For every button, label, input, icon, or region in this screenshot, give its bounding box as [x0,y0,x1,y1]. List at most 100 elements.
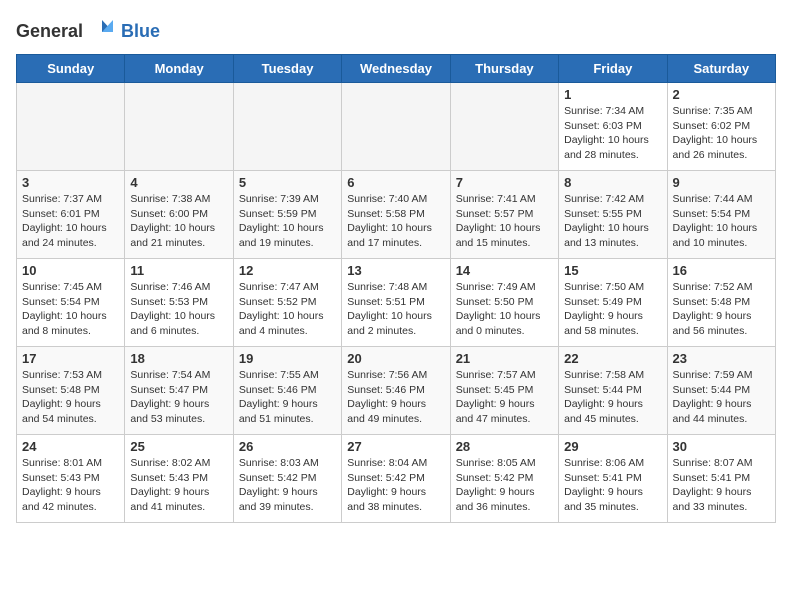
day-info: Sunrise: 7:41 AM Sunset: 5:57 PM Dayligh… [456,192,553,251]
day-info: Sunrise: 7:46 AM Sunset: 5:53 PM Dayligh… [130,280,227,339]
weekday-header-wednesday: Wednesday [342,55,450,83]
weekday-header-row: SundayMondayTuesdayWednesdayThursdayFrid… [17,55,776,83]
logo-text: General [16,21,83,42]
day-number: 20 [347,351,444,366]
calendar-cell [342,83,450,171]
calendar-cell: 12 Sunrise: 7:47 AM Sunset: 5:52 PM Dayli… [233,259,341,347]
week-row-5: 24Sunrise: 8:01 AM Sunset: 5:43 PM Dayli… [17,435,776,523]
day-info: Sunrise: 7:37 AM Sunset: 6:01 PM Dayligh… [22,192,119,251]
day-number: 29 [564,439,661,454]
day-number: 18 [130,351,227,366]
weekday-header-sunday: Sunday [17,55,125,83]
day-info: Sunrise: 7:34 AM Sunset: 6:03 PM Dayligh… [564,104,661,163]
day-number: 30 [673,439,770,454]
weekday-header-monday: Monday [125,55,233,83]
calendar-cell: 22 Sunrise: 7:58 AM Sunset: 5:44 PM Dayli… [559,347,667,435]
day-info: Sunrise: 7:54 AM Sunset: 5:47 PM Dayligh… [130,368,227,427]
day-info: Sunrise: 8:04 AM Sunset: 5:42 PM Dayligh… [347,456,444,515]
day-number: 2 [673,87,770,102]
day-number: 25 [130,439,227,454]
day-info: Sunrise: 7:59 AM Sunset: 5:44 PM Dayligh… [673,368,770,427]
day-number: 6 [347,175,444,190]
day-number: 26 [239,439,336,454]
day-number: 23 [673,351,770,366]
calendar-cell: 19 Sunrise: 7:55 AM Sunset: 5:46 PM Dayli… [233,347,341,435]
calendar-cell: 18 Sunrise: 7:54 AM Sunset: 5:47 PM Dayli… [125,347,233,435]
week-row-3: 10 Sunrise: 7:45 AM Sunset: 5:54 PM Dayli… [17,259,776,347]
day-info: Sunrise: 8:07 AM Sunset: 5:41 PM Dayligh… [673,456,770,515]
day-info: Sunrise: 7:57 AM Sunset: 5:45 PM Dayligh… [456,368,553,427]
calendar-cell: 16Sunrise: 7:52 AM Sunset: 5:48 PM Dayli… [667,259,775,347]
calendar-cell: 27 Sunrise: 8:04 AM Sunset: 5:42 PM Dayli… [342,435,450,523]
day-info: Sunrise: 7:56 AM Sunset: 5:46 PM Dayligh… [347,368,444,427]
day-number: 27 [347,439,444,454]
day-info: Sunrise: 7:48 AM Sunset: 5:51 PM Dayligh… [347,280,444,339]
day-info: Sunrise: 7:39 AM Sunset: 5:59 PM Dayligh… [239,192,336,251]
calendar-cell [125,83,233,171]
calendar-cell: 15Sunrise: 7:50 AM Sunset: 5:49 PM Dayli… [559,259,667,347]
calendar-cell: 5 Sunrise: 7:39 AM Sunset: 5:59 PM Daylig… [233,171,341,259]
calendar-cell: 7 Sunrise: 7:41 AM Sunset: 5:57 PM Daylig… [450,171,558,259]
calendar-cell [450,83,558,171]
day-number: 14 [456,263,553,278]
weekday-header-saturday: Saturday [667,55,775,83]
week-row-2: 3Sunrise: 7:37 AM Sunset: 6:01 PM Daylig… [17,171,776,259]
calendar-cell: 23 Sunrise: 7:59 AM Sunset: 5:44 PM Dayli… [667,347,775,435]
calendar-cell: 1Sunrise: 7:34 AM Sunset: 6:03 PM Daylig… [559,83,667,171]
logo: General Blue [16,16,160,46]
calendar-cell: 9 Sunrise: 7:44 AM Sunset: 5:54 PM Daylig… [667,171,775,259]
day-number: 22 [564,351,661,366]
day-number: 7 [456,175,553,190]
day-info: Sunrise: 7:42 AM Sunset: 5:55 PM Dayligh… [564,192,661,251]
calendar-cell: 29Sunrise: 8:06 AM Sunset: 5:41 PM Dayli… [559,435,667,523]
day-info: Sunrise: 7:45 AM Sunset: 5:54 PM Dayligh… [22,280,119,339]
day-info: Sunrise: 8:01 AM Sunset: 5:43 PM Dayligh… [22,456,119,515]
day-info: Sunrise: 7:52 AM Sunset: 5:48 PM Dayligh… [673,280,770,339]
day-info: Sunrise: 7:38 AM Sunset: 6:00 PM Dayligh… [130,192,227,251]
calendar-cell [17,83,125,171]
calendar-cell: 21Sunrise: 7:57 AM Sunset: 5:45 PM Dayli… [450,347,558,435]
day-info: Sunrise: 8:02 AM Sunset: 5:43 PM Dayligh… [130,456,227,515]
calendar-cell: 13 Sunrise: 7:48 AM Sunset: 5:51 PM Dayli… [342,259,450,347]
header-area: General Blue [16,16,776,46]
day-number: 5 [239,175,336,190]
day-info: Sunrise: 7:47 AM Sunset: 5:52 PM Dayligh… [239,280,336,339]
weekday-header-friday: Friday [559,55,667,83]
day-number: 4 [130,175,227,190]
day-info: Sunrise: 7:40 AM Sunset: 5:58 PM Dayligh… [347,192,444,251]
calendar-cell: 26 Sunrise: 8:03 AM Sunset: 5:42 PM Dayli… [233,435,341,523]
day-number: 8 [564,175,661,190]
calendar-cell: 14 Sunrise: 7:49 AM Sunset: 5:50 PM Dayli… [450,259,558,347]
weekday-header-tuesday: Tuesday [233,55,341,83]
calendar-cell: 28Sunrise: 8:05 AM Sunset: 5:42 PM Dayli… [450,435,558,523]
day-number: 19 [239,351,336,366]
logo-bird-icon [87,16,117,46]
day-number: 13 [347,263,444,278]
calendar-cell: 20 Sunrise: 7:56 AM Sunset: 5:46 PM Dayli… [342,347,450,435]
day-info: Sunrise: 7:53 AM Sunset: 5:48 PM Dayligh… [22,368,119,427]
calendar-cell: 3Sunrise: 7:37 AM Sunset: 6:01 PM Daylig… [17,171,125,259]
day-info: Sunrise: 7:49 AM Sunset: 5:50 PM Dayligh… [456,280,553,339]
calendar-cell: 6 Sunrise: 7:40 AM Sunset: 5:58 PM Daylig… [342,171,450,259]
day-number: 17 [22,351,119,366]
day-number: 9 [673,175,770,190]
calendar-cell: 11Sunrise: 7:46 AM Sunset: 5:53 PM Dayli… [125,259,233,347]
day-number: 10 [22,263,119,278]
day-info: Sunrise: 7:58 AM Sunset: 5:44 PM Dayligh… [564,368,661,427]
week-row-4: 17 Sunrise: 7:53 AM Sunset: 5:48 PM Dayli… [17,347,776,435]
calendar-cell: 10 Sunrise: 7:45 AM Sunset: 5:54 PM Dayli… [17,259,125,347]
day-info: Sunrise: 8:03 AM Sunset: 5:42 PM Dayligh… [239,456,336,515]
calendar-cell: 2 Sunrise: 7:35 AM Sunset: 6:02 PM Daylig… [667,83,775,171]
day-info: Sunrise: 7:50 AM Sunset: 5:49 PM Dayligh… [564,280,661,339]
calendar-cell: 25 Sunrise: 8:02 AM Sunset: 5:43 PM Dayli… [125,435,233,523]
calendar: SundayMondayTuesdayWednesdayThursdayFrid… [16,54,776,523]
calendar-cell: 17 Sunrise: 7:53 AM Sunset: 5:48 PM Dayli… [17,347,125,435]
calendar-cell: 4 Sunrise: 7:38 AM Sunset: 6:00 PM Daylig… [125,171,233,259]
calendar-cell [233,83,341,171]
day-number: 12 [239,263,336,278]
day-info: Sunrise: 7:55 AM Sunset: 5:46 PM Dayligh… [239,368,336,427]
logo-blue-text: Blue [121,21,160,42]
day-info: Sunrise: 7:35 AM Sunset: 6:02 PM Dayligh… [673,104,770,163]
calendar-cell: 8 Sunrise: 7:42 AM Sunset: 5:55 PM Daylig… [559,171,667,259]
day-info: Sunrise: 7:44 AM Sunset: 5:54 PM Dayligh… [673,192,770,251]
